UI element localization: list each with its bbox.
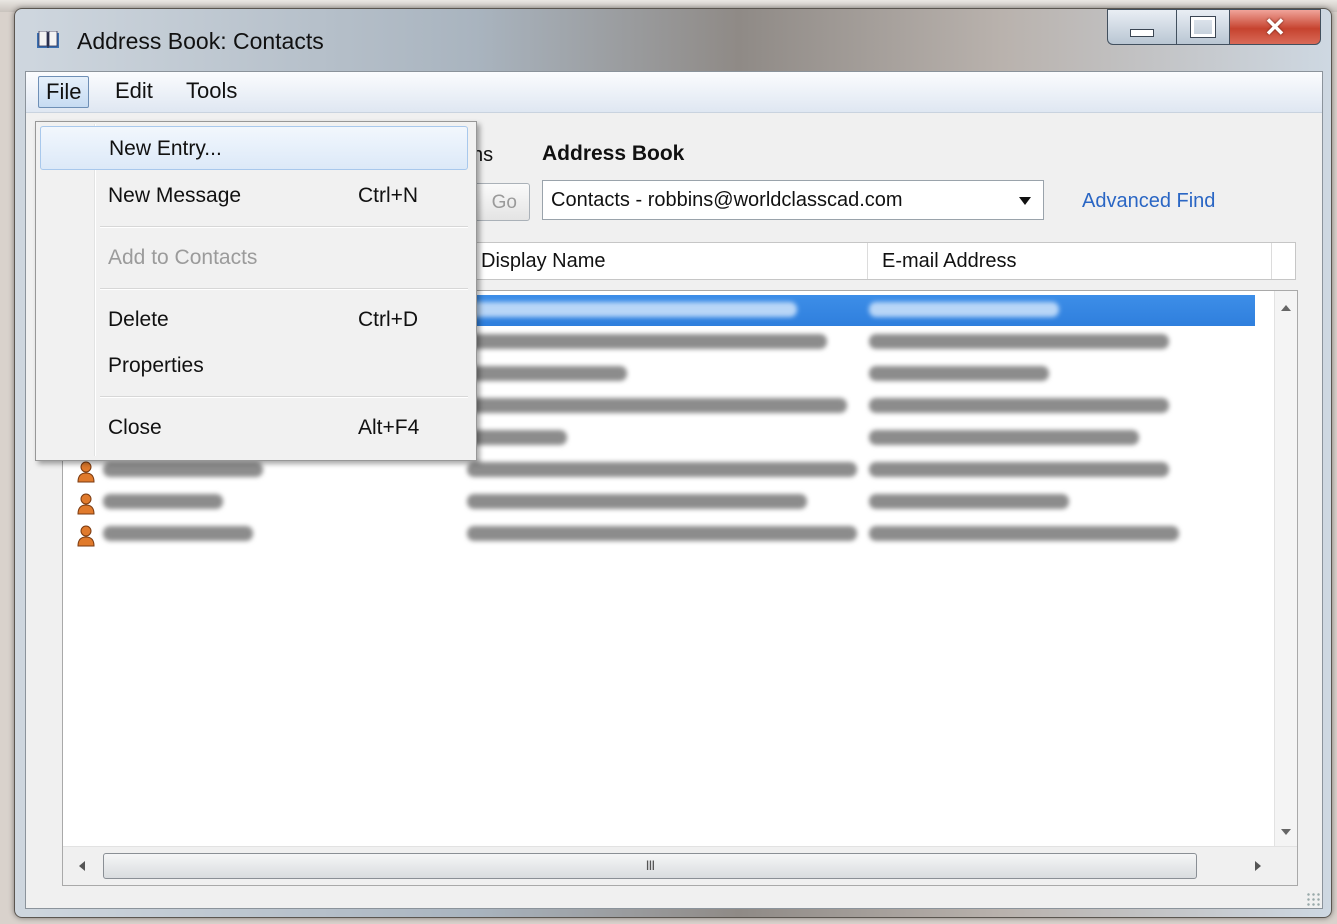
scroll-right-icon[interactable] bbox=[1255, 861, 1261, 871]
menu-item-close[interactable]: Close Alt+F4 bbox=[40, 406, 468, 450]
menu-item-add-to-contacts[interactable]: Add to Contacts bbox=[40, 236, 468, 280]
chevron-down-icon bbox=[1019, 197, 1031, 205]
menu-edit[interactable]: Edit bbox=[108, 76, 160, 106]
minimize-button[interactable] bbox=[1107, 9, 1176, 45]
blurred-text bbox=[467, 526, 857, 541]
blurred-text bbox=[869, 398, 1169, 413]
menu-item-delete[interactable]: Delete Ctrl+D bbox=[40, 298, 468, 342]
blurred-text bbox=[869, 462, 1169, 477]
menu-item-label: Add to Contacts bbox=[108, 246, 258, 269]
blurred-text bbox=[869, 334, 1169, 349]
menu-item-label: Delete bbox=[108, 308, 169, 331]
file-menu-dropdown: New Entry... New Message Ctrl+N Add to C… bbox=[35, 121, 477, 461]
contact-icon bbox=[77, 525, 95, 547]
contact-icon bbox=[77, 493, 95, 515]
close-icon: ✕ bbox=[1264, 11, 1286, 42]
table-row[interactable] bbox=[69, 519, 1255, 550]
scroll-down-icon[interactable] bbox=[1281, 829, 1291, 835]
scroll-thumb[interactable]: III bbox=[103, 853, 1197, 879]
menu-item-shortcut: Alt+F4 bbox=[358, 416, 420, 439]
blurred-text bbox=[869, 494, 1069, 509]
close-button[interactable]: ✕ bbox=[1229, 9, 1321, 45]
blurred-text bbox=[467, 334, 827, 349]
title-bar[interactable]: Address Book: Contacts ✕ bbox=[15, 9, 1331, 71]
blurred-text bbox=[467, 302, 797, 317]
menu-file[interactable]: File bbox=[38, 76, 90, 108]
blurred-text bbox=[103, 526, 253, 541]
menu-item-label: New Entry... bbox=[109, 137, 222, 160]
menu-separator bbox=[100, 226, 468, 228]
menu-item-properties[interactable]: Properties bbox=[40, 344, 468, 388]
menu-item-label: New Message bbox=[108, 184, 242, 207]
column-display-name[interactable]: Display Name bbox=[475, 243, 605, 279]
address-book-icon bbox=[37, 31, 59, 48]
maximize-button[interactable] bbox=[1176, 9, 1229, 45]
blurred-text bbox=[869, 366, 1049, 381]
blurred-text bbox=[467, 430, 567, 445]
scroll-left-icon[interactable] bbox=[79, 861, 85, 871]
blurred-text bbox=[467, 366, 627, 381]
vertical-scrollbar[interactable] bbox=[1274, 291, 1297, 847]
menu-item-label: Properties bbox=[108, 354, 204, 377]
contact-icon bbox=[77, 461, 95, 483]
address-book-value: Contacts - robbins@worldclasscad.com bbox=[551, 189, 903, 211]
table-row[interactable] bbox=[69, 487, 1255, 518]
blurred-text bbox=[103, 494, 223, 509]
menu-item-shortcut: Ctrl+D bbox=[358, 308, 419, 331]
address-book-label: Address Book bbox=[542, 142, 685, 165]
window-title: Address Book: Contacts bbox=[77, 28, 324, 54]
menu-separator bbox=[100, 396, 468, 398]
blurred-text bbox=[467, 494, 807, 509]
scroll-up-icon[interactable] bbox=[1281, 305, 1291, 311]
menu-item-new-message[interactable]: New Message Ctrl+N bbox=[40, 174, 468, 218]
menu-separator bbox=[100, 288, 468, 290]
minimize-icon bbox=[1130, 29, 1154, 37]
column-divider bbox=[1271, 243, 1272, 279]
blurred-text bbox=[869, 302, 1059, 317]
column-email-address[interactable]: E-mail Address bbox=[867, 243, 1017, 279]
address-book-window: Address Book: Contacts ✕ File Edit Tools… bbox=[14, 8, 1332, 918]
horizontal-scrollbar[interactable]: III bbox=[63, 846, 1297, 885]
menu-tools[interactable]: Tools bbox=[179, 76, 244, 106]
address-book-select[interactable]: Contacts - robbins@worldclasscad.com bbox=[542, 180, 1044, 220]
blurred-text bbox=[467, 462, 857, 477]
menu-item-new-entry[interactable]: New Entry... bbox=[40, 126, 468, 170]
menu-bar: File Edit Tools bbox=[26, 72, 1322, 113]
menu-item-shortcut: Ctrl+N bbox=[358, 184, 419, 207]
menu-item-label: Close bbox=[108, 416, 162, 439]
maximize-icon bbox=[1190, 16, 1216, 38]
resize-grip-icon[interactable] bbox=[1306, 892, 1320, 906]
blurred-text bbox=[103, 462, 263, 477]
window-controls: ✕ bbox=[1107, 9, 1321, 45]
blurred-text bbox=[467, 398, 847, 413]
blurred-text bbox=[869, 526, 1179, 541]
blurred-text bbox=[869, 430, 1139, 445]
advanced-find-link[interactable]: Advanced Find bbox=[1082, 190, 1215, 213]
